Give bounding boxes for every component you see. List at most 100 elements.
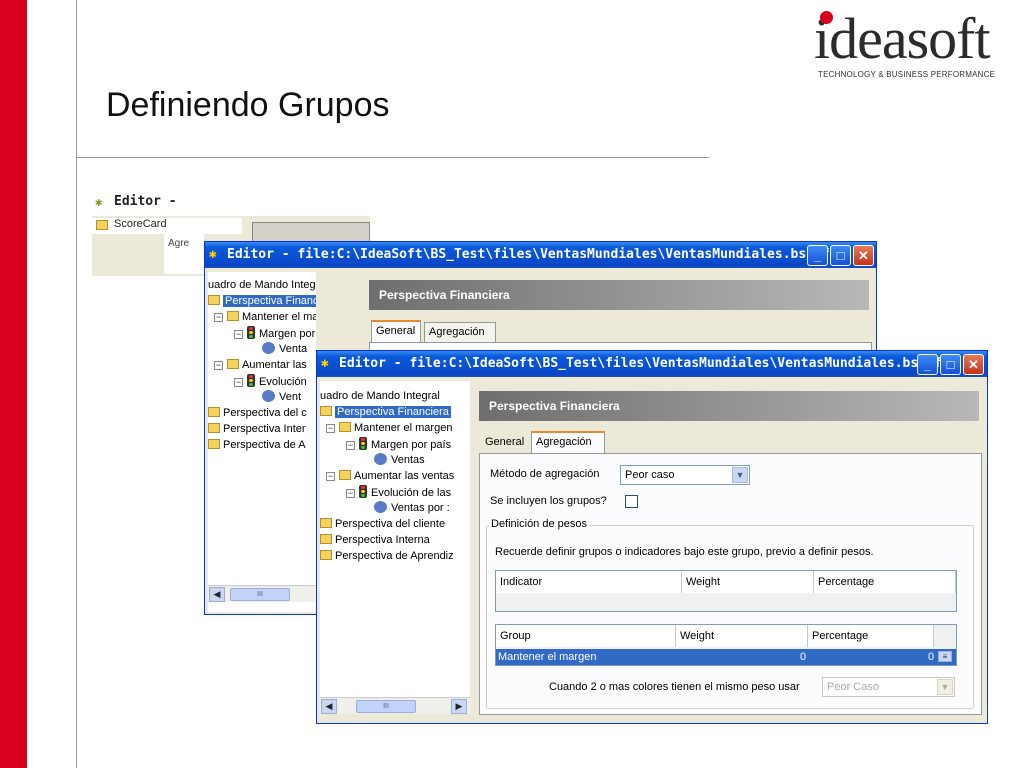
- tree-item-label: Perspectiva del c: [223, 407, 307, 419]
- incluyen-checkbox[interactable]: [625, 495, 638, 508]
- folder-icon: [339, 470, 351, 480]
- tree-horizontal-scrollbar[interactable]: ◀ III ▶: [320, 697, 470, 714]
- window-title: Editor - file:C:\IdeaSoft\BS_Test\files\…: [339, 356, 942, 371]
- tree-item-label: Mantener el margen: [242, 311, 316, 323]
- pesos-note: Recuerde definir grupos o indicadores ba…: [495, 546, 874, 558]
- collapse-icon[interactable]: −: [346, 441, 355, 450]
- titlebar-back[interactable]: ✱ Editor - file:C:\IdeaSoft\BS_Test\file…: [205, 242, 876, 268]
- tree-item-label: Perspectiva de Aprendiz: [335, 550, 454, 562]
- red-side-bar: [0, 0, 27, 768]
- tree-item[interactable]: Perspectiva Inter: [208, 422, 306, 437]
- title-underline: [77, 157, 709, 158]
- close-button[interactable]: ✕: [963, 354, 984, 375]
- chevron-down-icon[interactable]: ▼: [937, 679, 953, 695]
- collapse-icon[interactable]: −: [234, 330, 243, 339]
- tree-item-label: ScoreCard: [114, 218, 167, 230]
- tab-general[interactable]: General: [481, 433, 527, 453]
- collapse-icon[interactable]: −: [214, 361, 223, 370]
- tree-item[interactable]: Perspectiva de A: [208, 438, 306, 453]
- tree-item[interactable]: uadro de Mando Integral: [208, 278, 316, 293]
- folder-icon: [339, 422, 351, 432]
- column-header-group[interactable]: Group: [496, 625, 676, 647]
- tab-agregacion[interactable]: Agregación: [531, 431, 605, 453]
- cell-percentage: 0: [928, 651, 935, 663]
- panel-header: Perspectiva Financiera: [479, 391, 979, 421]
- table-row[interactable]: Mantener el margen 0 0 ≡: [496, 649, 956, 665]
- tab-general[interactable]: General: [371, 320, 421, 342]
- folder-icon: [320, 406, 332, 416]
- folder-icon: [227, 359, 239, 369]
- tree-item[interactable]: − Evolución de las: [346, 485, 451, 500]
- minimize-button[interactable]: _: [807, 245, 828, 266]
- metodo-select[interactable]: Peor caso ▼: [620, 465, 750, 485]
- tree-item[interactable]: Perspectiva de Aprendiz: [320, 549, 454, 564]
- column-header-weight[interactable]: Weight: [676, 625, 808, 647]
- editor-window-front: ✱ Editor - file:C:\IdeaSoft\BS_Test\file…: [316, 350, 988, 724]
- tree-item[interactable]: − Mantener el margen: [326, 421, 452, 436]
- collapse-icon[interactable]: −: [326, 424, 335, 433]
- maximize-button[interactable]: □: [940, 354, 961, 375]
- tree-item-label: Perspectiva del cliente: [335, 518, 446, 530]
- indicator-grid[interactable]: Indicator Weight Percentage: [495, 570, 957, 612]
- tree-item[interactable]: Perspectiva del c: [208, 406, 307, 421]
- tree-item-label: Mantener el margen: [354, 422, 453, 434]
- tree-item[interactable]: − Margen por país: [346, 437, 451, 452]
- minimize-button[interactable]: _: [917, 354, 938, 375]
- pesos-fieldset: Definición de pesos Recuerde definir gru…: [486, 518, 974, 709]
- scroll-thumb[interactable]: III: [230, 588, 290, 601]
- tree-item[interactable]: Ventas: [374, 453, 425, 468]
- close-button[interactable]: ✕: [853, 245, 874, 266]
- tree-item-selected[interactable]: Perspectiva Financiera: [320, 405, 451, 420]
- tree-item-scorecard[interactable]: ScoreCard: [92, 218, 242, 234]
- collapse-icon[interactable]: −: [214, 313, 223, 322]
- pesos-legend: Definición de pesos: [489, 518, 590, 530]
- tree-item-label: Ventas: [391, 454, 425, 466]
- column-header-weight[interactable]: Weight: [682, 571, 814, 593]
- metodo-select-value: Peor caso: [625, 469, 675, 481]
- tree-item[interactable]: Vent: [262, 390, 301, 405]
- chevron-down-icon[interactable]: ▼: [732, 467, 748, 483]
- tab-fragment-label: Agre: [168, 238, 190, 249]
- tree-item-label: Aumentar las: [242, 359, 307, 371]
- tab-agregacion[interactable]: Agregación: [424, 322, 496, 342]
- tree-item[interactable]: − Mantener el margen: [214, 310, 316, 325]
- scroll-thumb[interactable]: III: [356, 700, 416, 713]
- group-grid[interactable]: Group Weight Percentage Mantener el marg…: [495, 624, 957, 666]
- cell-group: Mantener el margen: [498, 651, 597, 663]
- column-header-percentage[interactable]: Percentage: [814, 571, 956, 593]
- scorecard-tree: uadro de Mando Integral Perspectiva Fina…: [208, 272, 316, 612]
- column-header-indicator[interactable]: Indicator: [496, 571, 682, 593]
- colores-select-value: Peor Caso: [827, 681, 879, 693]
- titlebar-front[interactable]: ✱ Editor - file:C:\IdeaSoft\BS_Test\file…: [317, 351, 987, 377]
- collapse-icon[interactable]: −: [326, 472, 335, 481]
- tree-item[interactable]: − Aumentar las ventas: [326, 469, 454, 484]
- tree-item[interactable]: uadro de Mando Integral: [320, 389, 440, 404]
- tab-body-agregacion: Método de agregación Peor caso ▼ Se incl…: [479, 453, 982, 715]
- scroll-right-button[interactable]: ▶: [451, 699, 467, 714]
- tree-item[interactable]: − Aumentar las: [214, 358, 307, 373]
- tree-item[interactable]: − Evolución: [234, 374, 307, 389]
- tree-horizontal-scrollbar[interactable]: ◀ III: [208, 585, 316, 602]
- tree-item[interactable]: − Margen por país: [234, 326, 316, 341]
- tree-item[interactable]: Perspectiva Interna: [320, 533, 430, 548]
- tab-fragment: Agre: [164, 234, 204, 274]
- tree-item[interactable]: Ventas por :: [374, 501, 450, 516]
- gauge-icon: [262, 390, 275, 402]
- tree-item[interactable]: Venta: [262, 342, 307, 357]
- collapse-icon[interactable]: −: [234, 378, 243, 387]
- tree-item[interactable]: Perspectiva del cliente: [320, 517, 445, 532]
- collapse-icon[interactable]: −: [346, 489, 355, 498]
- tree-item-selected[interactable]: Perspectiva Financiera: [208, 294, 316, 309]
- logo-tagline: TECHNOLOGY & BUSINESS PERFORMANCE: [818, 70, 996, 79]
- row-handle-icon[interactable]: ≡: [938, 651, 952, 662]
- scroll-left-button[interactable]: ◀: [321, 699, 337, 714]
- scroll-left-button[interactable]: ◀: [209, 587, 225, 602]
- traffic-light-icon: [247, 374, 255, 387]
- column-header-percentage[interactable]: Percentage: [808, 625, 934, 647]
- folder-icon: [320, 550, 332, 560]
- tree-item-label: Evolución: [259, 376, 307, 388]
- colores-select[interactable]: Peor Caso ▼: [822, 677, 955, 697]
- tree-item-label: Perspectiva Financiera: [335, 406, 451, 418]
- maximize-button[interactable]: □: [830, 245, 851, 266]
- cell-weight: 0: [800, 651, 807, 663]
